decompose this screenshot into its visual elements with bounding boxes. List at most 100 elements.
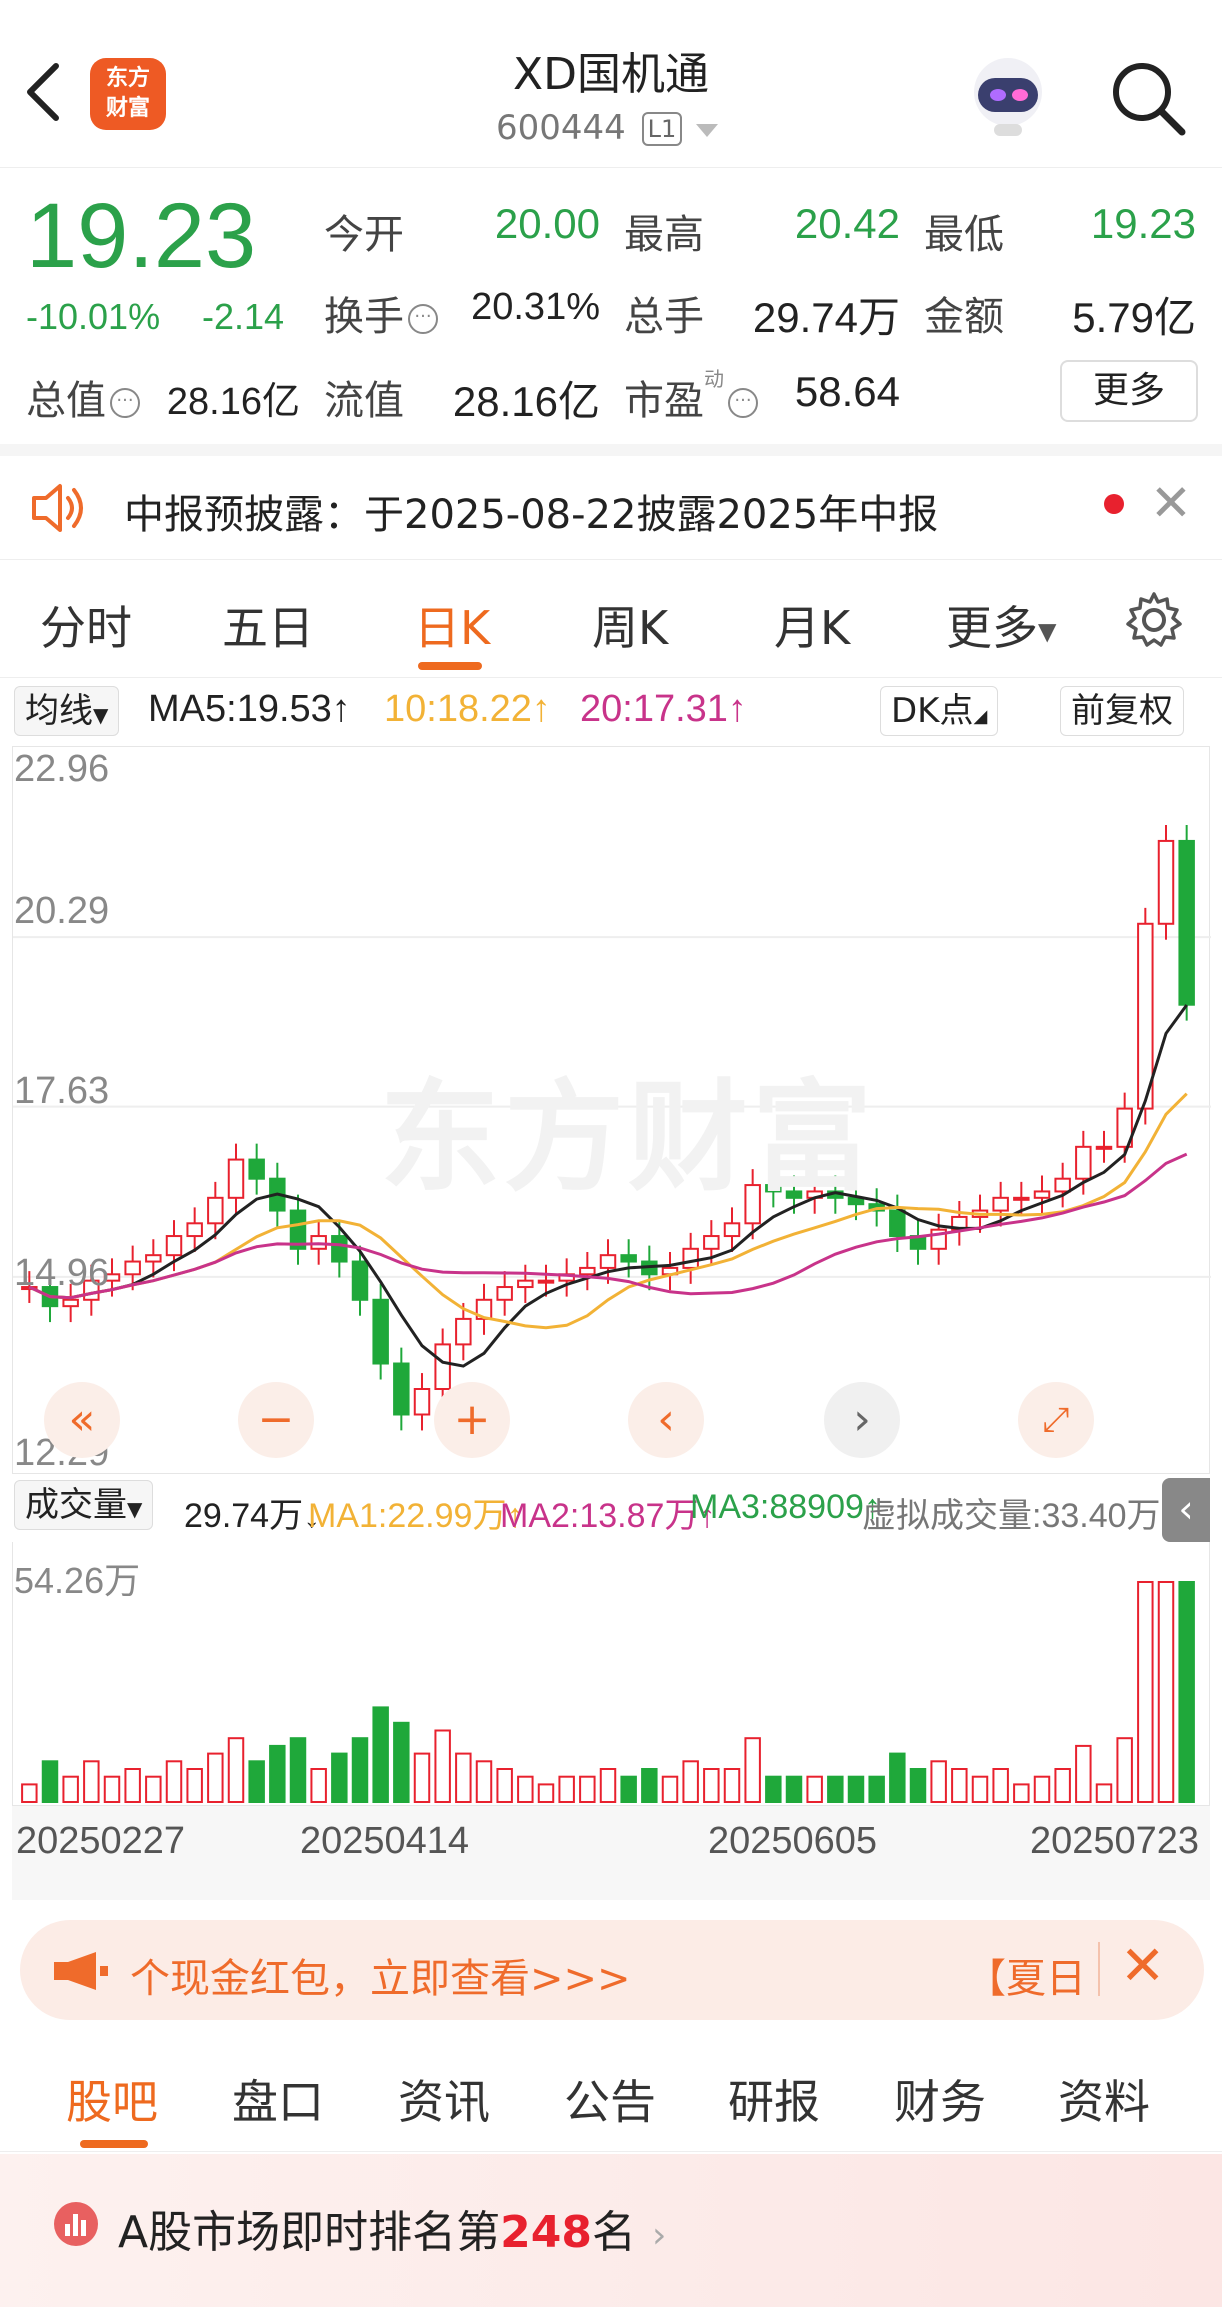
- zoom-in-icon[interactable]: +: [434, 1382, 510, 1458]
- volume-bar: [269, 1744, 286, 1803]
- candle: [1013, 1196, 1030, 1201]
- gear-icon[interactable]: [1124, 590, 1184, 650]
- rank-banner[interactable]: A股市场即时排名第248名 ›: [0, 2154, 1222, 2307]
- date-label: 20250605: [708, 1820, 878, 1862]
- volume-ma3: MA3:88909↑: [690, 1488, 881, 1526]
- volume-bar: [744, 1737, 761, 1803]
- volume-bar: [124, 1768, 141, 1803]
- tab-profile[interactable]: 资料: [1058, 2066, 1150, 2132]
- tab-more[interactable]: 更多▼: [946, 592, 1056, 658]
- volume-bar: [1178, 1581, 1195, 1803]
- volume-bar: [889, 1752, 906, 1804]
- volume-bar: [310, 1768, 327, 1803]
- tab-news[interactable]: 资讯: [398, 2066, 490, 2132]
- assistant-robot-icon[interactable]: [964, 52, 1052, 140]
- volume-svg: [21, 1581, 1195, 1804]
- volume-bar: [1013, 1783, 1030, 1803]
- candle: [599, 1254, 617, 1269]
- volume-bar: [806, 1775, 823, 1803]
- candle: [372, 1298, 389, 1365]
- ranking-icon: [54, 2202, 98, 2246]
- search-icon[interactable]: [1108, 58, 1188, 138]
- tab-research[interactable]: 研报: [728, 2066, 820, 2132]
- candle: [331, 1235, 348, 1263]
- notice-bar[interactable]: 中报预披露：于2025-08-22披露2025年中报: [0, 456, 1222, 560]
- volume-bar: [930, 1760, 947, 1804]
- volume-bar: [83, 1760, 100, 1804]
- fast-back-icon[interactable]: «: [44, 1382, 120, 1458]
- dk-point-button[interactable]: DK点◢: [880, 686, 999, 736]
- dropdown-triangle-icon: ▼: [1038, 617, 1057, 646]
- float-cap-value: 28.16亿: [452, 378, 600, 425]
- date-label: 20250227: [16, 1820, 186, 1862]
- volume-bar: [517, 1775, 534, 1803]
- collapse-icon[interactable]: ‹: [1162, 1478, 1210, 1542]
- tab-handicap[interactable]: 盘口: [232, 2066, 324, 2132]
- chart-tabs: 分时 五日 日K 周K 月K 更多▼: [0, 562, 1222, 678]
- volume-bar: [103, 1775, 121, 1803]
- volume-selector[interactable]: 成交量▼: [14, 1480, 154, 1530]
- volume-chart[interactable]: [12, 1542, 1210, 1806]
- tab-daily-k[interactable]: 日K: [414, 592, 490, 658]
- candle: [1033, 1190, 1051, 1199]
- tab-announcements[interactable]: 公告: [564, 2066, 656, 2132]
- scroll-right-icon[interactable]: ›: [824, 1382, 900, 1458]
- adjust-button[interactable]: 前复权: [1060, 686, 1184, 736]
- candle: [1054, 1177, 1071, 1193]
- y-tick-label: 17.63: [14, 1070, 110, 1112]
- tab-monthly-k[interactable]: 月K: [774, 592, 850, 658]
- dropdown-triangle-icon[interactable]: [696, 124, 718, 137]
- rank-text: A股市场即时排名第248名 ›: [118, 2207, 667, 2258]
- info-dots-icon[interactable]: ···: [728, 388, 758, 418]
- candle: [434, 1343, 451, 1391]
- volume-bar: [765, 1775, 782, 1803]
- volume-bar: [186, 1768, 203, 1803]
- dropdown-triangle-icon: ▼: [127, 1497, 143, 1521]
- candle: [455, 1317, 472, 1346]
- promo-banner[interactable]: 个现金红包，立即查看>>> 【夏日 ✕: [20, 1920, 1204, 2020]
- zoom-out-icon[interactable]: −: [238, 1382, 314, 1458]
- divider: [1098, 1942, 1100, 1996]
- ma10-value: 10:18.22↑: [384, 688, 551, 730]
- volume-value: 29.74万: [752, 294, 900, 341]
- level-badge[interactable]: L1: [642, 112, 682, 146]
- candle: [227, 1158, 245, 1199]
- volume-bar: [1033, 1775, 1051, 1803]
- more-button[interactable]: 更多: [1060, 360, 1198, 422]
- candle: [723, 1222, 741, 1238]
- top-bar: 东方财富 XD国机通 600444 L1: [0, 0, 1222, 168]
- tab-intraday[interactable]: 分时: [40, 592, 132, 658]
- float-cap-label: 流值: [324, 378, 404, 424]
- candle: [496, 1286, 513, 1301]
- amount-label: 金额: [924, 294, 1004, 340]
- promo-right-text: 【夏日: [966, 1956, 1086, 2002]
- tab-weekly-k[interactable]: 周K: [592, 592, 668, 658]
- candle: [413, 1388, 431, 1416]
- info-dots-icon[interactable]: ···: [110, 388, 140, 418]
- fullscreen-icon[interactable]: ⤢: [1018, 1382, 1094, 1458]
- volume-bar: [145, 1775, 162, 1803]
- candle: [165, 1235, 183, 1257]
- close-icon[interactable]: ✕: [1150, 474, 1192, 532]
- volume-bar: [1116, 1737, 1133, 1803]
- candle: [1157, 839, 1175, 925]
- volume-bar: [434, 1729, 451, 1803]
- tab-five-day[interactable]: 五日: [222, 592, 314, 658]
- volume-bar: [1054, 1768, 1071, 1803]
- volume-bar: [1137, 1581, 1154, 1803]
- close-icon[interactable]: ✕: [1120, 1934, 1165, 1997]
- stock-code: 600444: [496, 108, 626, 148]
- info-dots-icon[interactable]: ···: [408, 304, 438, 334]
- candle: [703, 1235, 720, 1250]
- tab-forum[interactable]: 股吧: [66, 2066, 158, 2132]
- volume-bar: [641, 1768, 658, 1803]
- volume-bar: [455, 1752, 472, 1804]
- ma-selector[interactable]: 均线▼: [14, 686, 120, 736]
- promo-text: 个现金红包，立即查看>>>: [130, 1956, 631, 2002]
- chevron-right-icon: ›: [651, 2215, 667, 2256]
- candle: [351, 1260, 369, 1301]
- scroll-left-icon[interactable]: ‹: [628, 1382, 704, 1458]
- volume-bar: [682, 1760, 699, 1804]
- notice-text: 中报预披露：于2025-08-22披露2025年中报: [124, 492, 939, 538]
- tab-finance[interactable]: 财务: [894, 2066, 986, 2132]
